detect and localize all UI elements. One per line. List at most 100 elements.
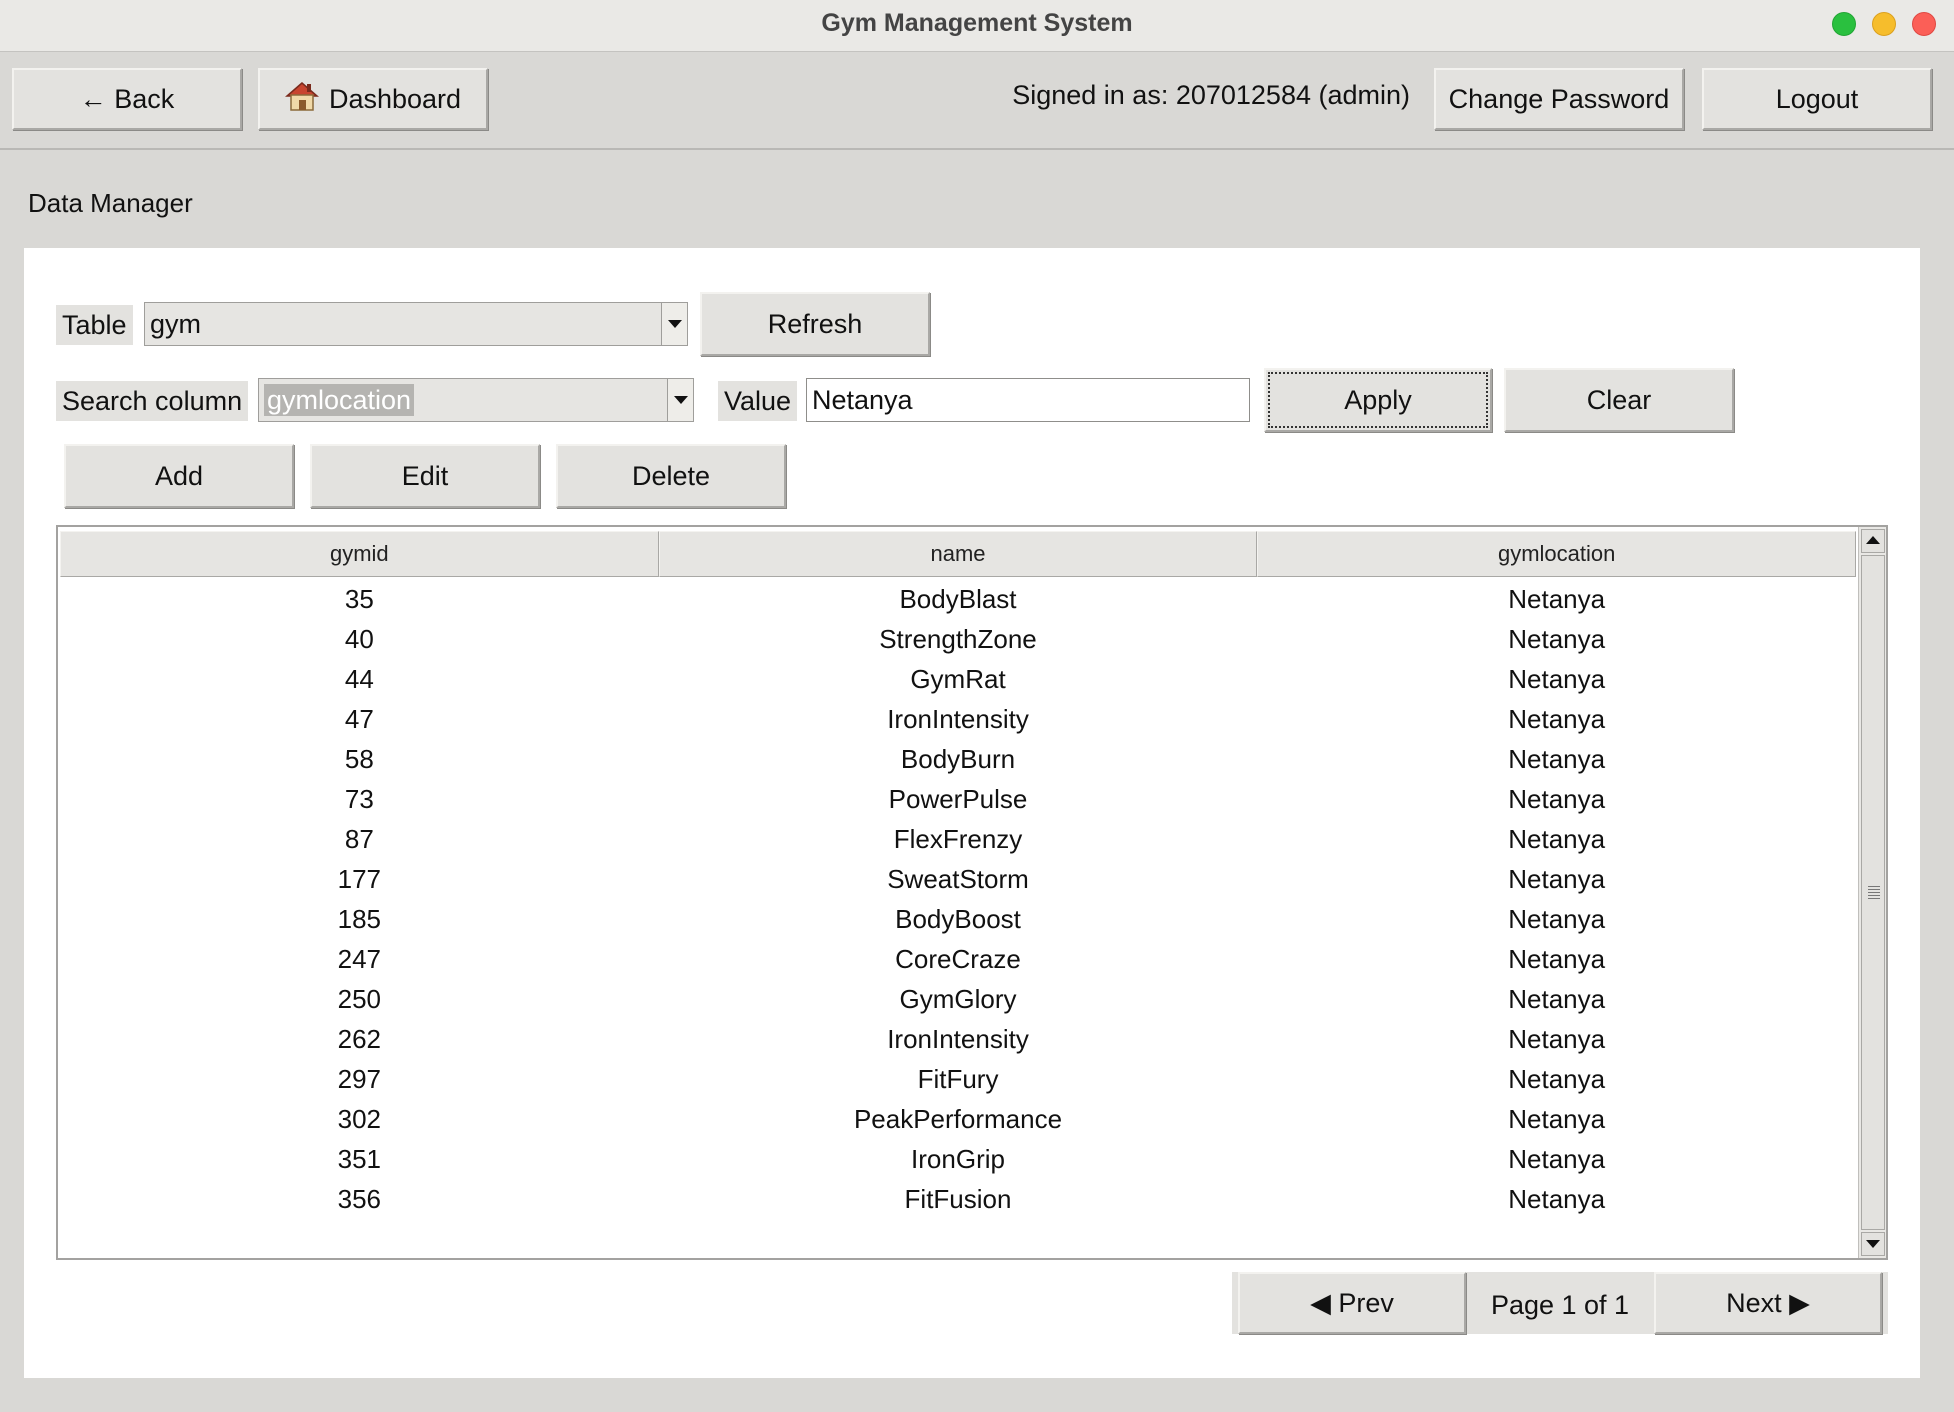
table-select[interactable]: gym xyxy=(144,302,688,346)
table-row[interactable]: 87 FlexFrenzy Netanya xyxy=(60,819,1856,859)
table-cell-name: StrengthZone xyxy=(879,624,1037,654)
table-cell-name: FitFusion xyxy=(904,1184,1012,1214)
apply-label: Apply xyxy=(1344,384,1412,415)
table-cell-gymlocation: Netanya xyxy=(1508,744,1606,774)
delete-button[interactable]: Delete xyxy=(556,444,786,508)
signed-in-status: Signed in as: 207012584 (admin) xyxy=(1012,80,1410,110)
change-password-label: Change Password xyxy=(1448,83,1670,114)
vertical-scrollbar[interactable] xyxy=(1858,527,1886,1258)
table-cell-name: GymGlory xyxy=(899,984,1017,1014)
table-cell-gymlocation: Netanya xyxy=(1508,624,1606,654)
next-page-button[interactable]: Next ▶ xyxy=(1654,1272,1882,1334)
table-cell-gymid: 177 xyxy=(337,864,382,894)
change-password-button[interactable]: Change Password xyxy=(1434,68,1684,130)
edit-label: Edit xyxy=(401,460,449,491)
edit-button[interactable]: Edit xyxy=(310,444,540,508)
table-cell-gymlocation: Netanya xyxy=(1508,904,1606,934)
table-cell-name: SweatStorm xyxy=(887,864,1029,894)
table-cell-gymlocation: Netanya xyxy=(1508,584,1606,614)
table-row[interactable]: 44 GymRat Netanya xyxy=(60,659,1856,699)
close-window-button[interactable] xyxy=(1912,12,1936,36)
search-column-value: gymlocation xyxy=(264,384,415,416)
table-cell-gymlocation: Netanya xyxy=(1508,784,1606,814)
table-cell-gymid: 185 xyxy=(337,904,382,934)
table-cell-gymid: 302 xyxy=(337,1104,382,1134)
minimize-window-button[interactable] xyxy=(1872,12,1896,36)
table-row[interactable]: 356 FitFusion Netanya xyxy=(60,1179,1856,1219)
table-cell-name: PowerPulse xyxy=(888,784,1028,814)
scrollbar-thumb[interactable] xyxy=(1861,555,1885,1230)
table-cell-gymid: 250 xyxy=(337,984,382,1014)
add-button[interactable]: Add xyxy=(64,444,294,508)
table-cell-name: IronIntensity xyxy=(887,1024,1029,1054)
table-cell-gymlocation: Netanya xyxy=(1508,824,1606,854)
table-cell-gymid: 262 xyxy=(337,1024,382,1054)
data-table[interactable]: gymid name gymlocation 35 BodyBlast Netany… xyxy=(56,525,1888,1260)
table-cell-gymid: 35 xyxy=(344,584,374,614)
table-cell-name: PeakPerformance xyxy=(853,1104,1063,1134)
table-row[interactable]: 297 FitFury Netanya xyxy=(60,1059,1856,1099)
table-cell-name: BodyBurn xyxy=(900,744,1016,774)
table-select-value: gym xyxy=(150,309,202,339)
column-header-name[interactable]: name xyxy=(658,531,1258,577)
zoom-window-button[interactable] xyxy=(1832,12,1856,36)
apply-button[interactable]: Apply xyxy=(1264,368,1492,432)
scroll-up-icon[interactable] xyxy=(1861,529,1885,553)
back-button-label: ← Back xyxy=(79,83,175,114)
table-row[interactable]: 250 GymGlory Netanya xyxy=(60,979,1856,1019)
column-header-gymlocation[interactable]: gymlocation xyxy=(1257,531,1857,577)
prev-label: ◀ Prev xyxy=(1310,1287,1394,1318)
table-cell-gymlocation: Netanya xyxy=(1508,1104,1606,1134)
grip-icon xyxy=(1868,886,1880,900)
page-indicator: Page 1 of 1 xyxy=(1490,1290,1630,1320)
prev-page-button[interactable]: ◀ Prev xyxy=(1238,1272,1466,1334)
clear-button[interactable]: Clear xyxy=(1504,368,1734,432)
table-cell-gymlocation: Netanya xyxy=(1508,1064,1606,1094)
table-row[interactable]: 247 CoreCraze Netanya xyxy=(60,939,1856,979)
table-cell-gymid: 351 xyxy=(337,1144,382,1174)
table-label: Table xyxy=(56,305,133,345)
table-cell-gymid: 297 xyxy=(337,1064,382,1094)
table-row[interactable]: 351 IronGrip Netanya xyxy=(60,1139,1856,1179)
table-cell-gymlocation: Netanya xyxy=(1508,864,1606,894)
table-cell-gymlocation: Netanya xyxy=(1508,664,1606,694)
table-cell-gymlocation: Netanya xyxy=(1508,1144,1606,1174)
house-icon xyxy=(284,80,319,119)
table-row[interactable]: 40 StrengthZone Netanya xyxy=(60,619,1856,659)
table-row[interactable]: 262 IronIntensity Netanya xyxy=(60,1019,1856,1059)
scroll-down-icon[interactable] xyxy=(1861,1232,1885,1256)
table-row[interactable]: 58 BodyBurn Netanya xyxy=(60,739,1856,779)
table-cell-gymid: 40 xyxy=(344,624,374,654)
chevron-down-icon[interactable] xyxy=(661,303,687,345)
table-row[interactable]: 302 PeakPerformance Netanya xyxy=(60,1099,1856,1139)
table-cell-gymlocation: Netanya xyxy=(1508,944,1606,974)
table-row[interactable]: 47 IronIntensity Netanya xyxy=(60,699,1856,739)
logout-label: Logout xyxy=(1775,83,1859,114)
search-column-select[interactable]: gymlocation xyxy=(258,378,694,422)
value-input[interactable]: Netanya xyxy=(806,378,1250,422)
table-row[interactable]: 177 SweatStorm Netanya xyxy=(60,859,1856,899)
table-body: 35 BodyBlast Netanya 40 StrengthZone Netanya 4… xyxy=(60,579,1856,1219)
table-row[interactable]: 35 BodyBlast Netanya xyxy=(60,579,1856,619)
table-cell-gymid: 58 xyxy=(344,744,374,774)
table-cell-gymid: 44 xyxy=(344,664,374,694)
table-header: gymid name gymlocation xyxy=(60,531,1857,577)
logout-button[interactable]: Logout xyxy=(1702,68,1932,130)
search-column-label: Search column xyxy=(56,381,249,421)
table-cell-gymid: 356 xyxy=(337,1184,382,1214)
dashboard-button[interactable]: Dashboard xyxy=(258,68,488,130)
table-row[interactable]: 73 PowerPulse Netanya xyxy=(60,779,1856,819)
table-cell-gymlocation: Netanya xyxy=(1508,1024,1606,1054)
table-cell-gymid: 87 xyxy=(344,824,374,854)
column-header-gymid[interactable]: gymid xyxy=(60,531,659,577)
value-label: Value xyxy=(718,381,798,421)
table-cell-gymid: 47 xyxy=(344,704,374,734)
refresh-button[interactable]: Refresh xyxy=(700,292,930,356)
table-cell-gymlocation: Netanya xyxy=(1508,1184,1606,1214)
dashboard-button-label: Dashboard xyxy=(328,83,462,114)
window-title: Gym Management System xyxy=(821,9,1133,37)
chevron-down-icon[interactable] xyxy=(667,379,693,421)
back-button[interactable]: ← Back xyxy=(12,68,242,130)
table-cell-name: GymRat xyxy=(910,664,1006,694)
table-row[interactable]: 185 BodyBoost Netanya xyxy=(60,899,1856,939)
